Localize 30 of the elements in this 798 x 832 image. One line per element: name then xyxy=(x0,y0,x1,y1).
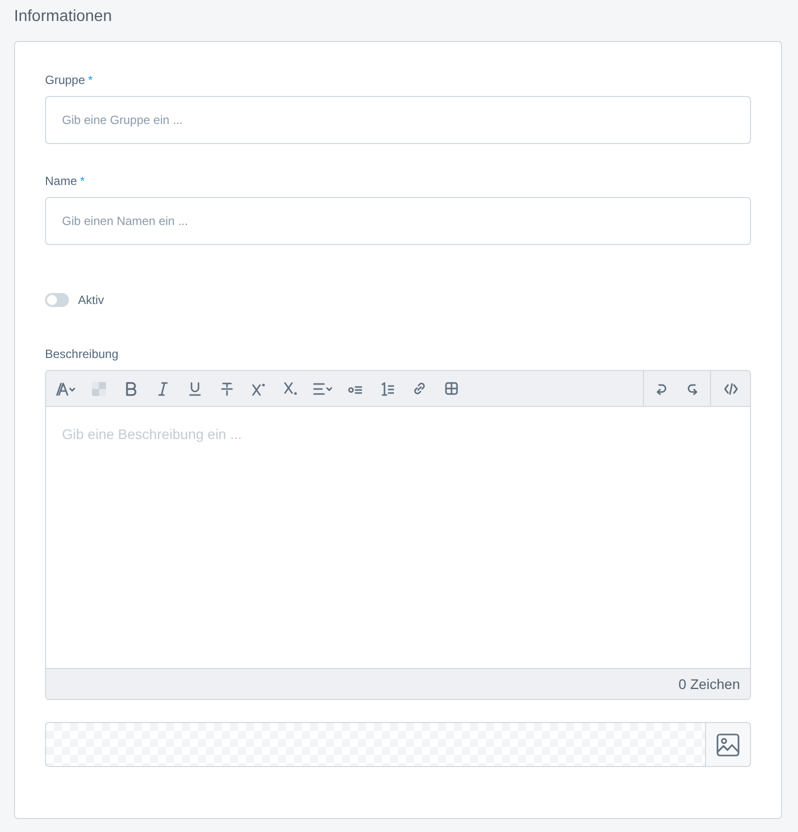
image-picker-button[interactable] xyxy=(705,722,751,767)
underline-icon xyxy=(189,382,201,396)
text-input[interactable]: Gib einen Namen ein ... xyxy=(45,197,751,245)
subscript-icon xyxy=(284,382,298,396)
field-label: Gruppe xyxy=(45,72,86,88)
section-title: Informationen xyxy=(14,7,113,27)
undo-icon xyxy=(655,382,667,394)
character-count: 0 Zeichen xyxy=(678,676,740,692)
field-label: Name xyxy=(45,173,78,189)
required-asterisk: * xyxy=(80,173,85,189)
rich-text-editor[interactable]: Gib eine Beschreibung ein ... 0 Zeichen xyxy=(45,370,751,700)
text-input[interactable]: Gib eine Gruppe ein ... xyxy=(45,96,751,144)
bold-icon xyxy=(125,382,137,396)
redo-icon xyxy=(687,382,699,394)
toggle-label: Aktiv xyxy=(78,293,104,307)
code-icon xyxy=(724,382,738,394)
align-icon xyxy=(312,382,334,394)
font-size-icon xyxy=(56,382,77,396)
table-icon xyxy=(444,382,458,395)
superscript-icon xyxy=(252,382,266,396)
numbered-list-icon xyxy=(380,382,394,396)
strikethrough-icon xyxy=(221,382,233,396)
toggle-switch[interactable] xyxy=(45,293,69,307)
checker-swatch-icon xyxy=(92,382,106,396)
link-icon xyxy=(412,382,426,395)
italic-icon xyxy=(158,382,168,396)
bullet-list-icon xyxy=(348,384,362,394)
required-asterisk: * xyxy=(88,72,93,88)
image-icon xyxy=(716,732,740,756)
field-label: Beschreibung xyxy=(45,346,118,362)
